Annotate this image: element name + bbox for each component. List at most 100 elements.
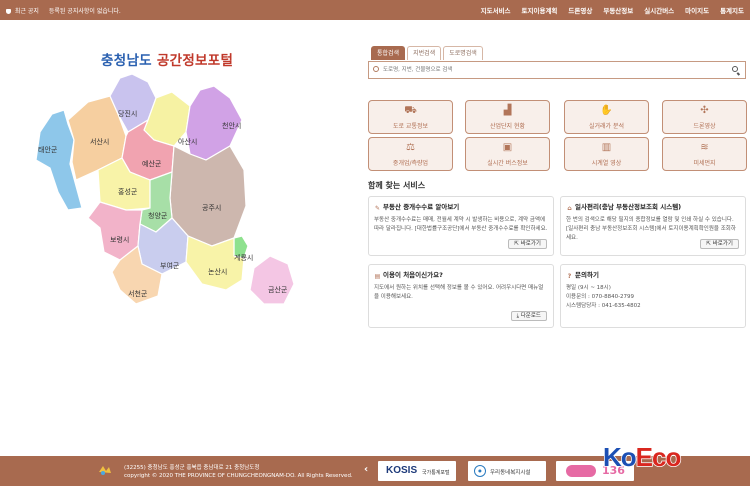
label-asan: 아산시 <box>178 137 197 146</box>
quick-broker-button[interactable]: ⚖ 중개업/측량업 <box>368 137 453 171</box>
quick-timeseries-button[interactable]: ▥ 시계열 영상 <box>564 137 649 171</box>
search-input[interactable] <box>383 64 723 76</box>
footer-copyright: copyright © 2020 THE PROVINCE OF CHUNGCH… <box>124 473 353 479</box>
tab-integrated-search[interactable]: 통합검색 <box>371 46 406 60</box>
notice: 최근 공지 등록된 공지사항이 없습니다. <box>6 6 121 15</box>
card-title: ▤ 이용이 처음이신가요? <box>374 269 548 280</box>
partner-prev-button[interactable]: ‹ <box>364 464 368 475</box>
province-map-svg: 태안군 서산시 당진시 아산시 천안시 예산군 홍성군 공주시 청양군 보령시 … <box>35 73 295 305</box>
label-taean: 태안군 <box>38 145 58 154</box>
location-pin-icon <box>373 66 379 72</box>
region-geumsan[interactable] <box>249 255 295 305</box>
label-yesan: 예산군 <box>142 159 162 168</box>
card-title: ✎ 부동산 중개수수료 알아보기 <box>374 201 548 212</box>
welfare-label: 우리동네복지시설 <box>490 470 531 476</box>
top-bar: 최근 공지 등록된 공지사항이 없습니다. 지도서비스 토지이용계획 드론영상 … <box>0 0 750 20</box>
book-icon: ▤ <box>374 273 381 280</box>
go-button-label: 바로가기 <box>520 241 541 247</box>
drone-icon: ✣ <box>700 105 709 116</box>
card-brokerage-fee: ✎ 부동산 중개수수료 알아보기 부동산 중개수수료는 매매, 전월세 계약 시 … <box>368 196 554 256</box>
quick-bus-button[interactable]: ▣ 실시간 버스정보 <box>465 137 550 171</box>
services-title: 함께 찾는 서비스 <box>368 181 426 190</box>
card-body: 부동산 중개수수료는 매매, 전월세 계약 시 발생하는 비용으로, 계약 금액… <box>374 217 548 232</box>
label-dangjin: 당진시 <box>118 109 137 118</box>
quick-traffic-button[interactable]: ⛟ 도로 교통정보 <box>368 100 453 134</box>
province-logo-icon <box>99 466 111 475</box>
quick-dust-label: 미세먼지 <box>693 160 716 167</box>
nav-real-estate[interactable]: 부동산정보 <box>603 5 633 15</box>
bus-icon: ▣ <box>502 142 513 153</box>
go-button[interactable]: ⇱ 바로가기 <box>508 239 547 249</box>
quick-industrial-label: 산업단지 현황 <box>489 123 526 130</box>
watermark-eco: Eco <box>635 441 682 473</box>
nav-my-map[interactable]: 마이지도 <box>685 5 709 15</box>
tab-road-search[interactable]: 도로명검색 <box>443 46 483 60</box>
nav-stats-map[interactable]: 통계지도 <box>720 5 744 15</box>
quick-traffic-label: 도로 교통정보 <box>392 123 429 130</box>
notice-text[interactable]: 등록된 공지사항이 없습니다. <box>49 8 121 15</box>
quick-transaction-button[interactable]: ✋ 실거래가 분석 <box>564 100 649 134</box>
footer-info: (32255) 충청남도 홍성군 홍북읍 충남대로 21 충청남도청 copyr… <box>124 464 353 480</box>
factory-icon: ▟ <box>503 105 512 116</box>
nav-bus[interactable]: 실시간버스 <box>644 5 674 15</box>
welfare-logo-icon: ● <box>474 465 486 477</box>
top-nav: 지도서비스 토지이용계획 드론영상 부동산정보 실시간버스 마이지도 통계지도 <box>481 5 744 15</box>
search-bar <box>368 61 746 79</box>
label-gyeryong: 계룡시 <box>234 253 253 262</box>
quick-bus-label: 실시간 버스정보 <box>487 160 528 167</box>
koeco-watermark: KoEco <box>602 441 682 473</box>
partner-kosis[interactable]: KOSIS 국가통계포털 <box>378 461 456 481</box>
card-title-text: 일사편리(충남 부동산정보조회 시스템) <box>575 203 682 211</box>
card-title-text: 이용이 처음이신가요? <box>383 271 443 279</box>
car-icon: ⛟ <box>404 105 417 116</box>
contact-admin: 시스템담당자 : 041-635-4802 <box>566 303 641 309</box>
quick-broker-label: 중개업/측량업 <box>392 160 429 167</box>
province-map: 태안군 서산시 당진시 아산시 천안시 예산군 홍성군 공주시 청양군 보령시 … <box>30 68 320 318</box>
title-accent: 공간정보포털 <box>156 53 234 69</box>
quick-industrial-button[interactable]: ▟ 산업단지 현황 <box>465 100 550 134</box>
footer-address: (32255) 충청남도 홍성군 홍북읍 충남대로 21 충청남도청 <box>124 465 260 471</box>
pen-icon: ✎ <box>374 205 381 212</box>
map-icon: ▥ <box>601 142 612 153</box>
nav-drone[interactable]: 드론영상 <box>568 5 592 15</box>
contact-hours: 평일 (9시 ~ 18시) <box>566 285 611 291</box>
home-icon: ⌂ <box>567 205 572 212</box>
bell-icon <box>6 9 11 14</box>
go-button-label: 바로가기 <box>712 241 733 247</box>
label-cheonan: 천안시 <box>222 121 241 130</box>
card-first-time: ▤ 이용이 처음이신가요? 지도에서 원하는 위치를 선택해 정보를 볼 수 있어… <box>368 264 554 328</box>
card-title: ⌂ 일사편리(충남 부동산정보조회 시스템) <box>566 201 740 212</box>
label-geumsan: 금산군 <box>268 285 288 294</box>
card-title-text: 부동산 중개수수료 알아보기 <box>383 203 460 211</box>
pink-logo-icon <box>566 465 596 477</box>
watermark-ko: Ko <box>602 441 637 473</box>
label-seocheon: 서천군 <box>128 289 148 298</box>
quick-transaction-label: 실거래가 분석 <box>588 123 625 130</box>
kosis-logo: KOSIS <box>386 465 418 476</box>
scale-icon: ⚖ <box>406 142 415 153</box>
quick-dust-button[interactable]: ≋ 미세먼지 <box>662 137 747 171</box>
card-title-text: 문의하기 <box>575 271 599 279</box>
card-body: 지도에서 원하는 위치를 선택해 정보를 볼 수 있어요. 어려우시다면 매뉴얼… <box>374 285 544 300</box>
label-nonsan: 논산시 <box>208 267 227 276</box>
label-gongju: 공주시 <box>202 204 221 212</box>
quick-drone-button[interactable]: ✣ 드론영상 <box>662 100 747 134</box>
search-icon[interactable] <box>732 66 738 72</box>
question-icon: ? <box>567 273 572 280</box>
quick-timeseries-label: 시계열 영상 <box>591 160 622 167</box>
contact-phone: 이용문의 : 070-8840-2799 <box>566 294 635 300</box>
label-cheongyang: 청양군 <box>148 212 168 220</box>
label-buyeo: 부여군 <box>160 261 180 270</box>
tab-lot-search[interactable]: 지번검색 <box>407 46 442 60</box>
nav-land-use[interactable]: 토지이용계획 <box>522 5 558 15</box>
card-body: 평일 (9시 ~ 18시) 이용문의 : 070-8840-2799 시스템담당… <box>566 284 740 311</box>
go-button[interactable]: ⇱ 바로가기 <box>700 239 739 249</box>
handshake-icon: ✋ <box>600 105 613 116</box>
partner-welfare[interactable]: ● 우리동네복지시설 <box>468 461 546 481</box>
page-title: 충청남도 공간정보포털 <box>101 49 233 69</box>
download-button[interactable]: ⤓ 다운로드 <box>510 311 547 321</box>
search-tabs: 통합검색 지번검색 도로명검색 <box>371 46 483 60</box>
nav-map-service[interactable]: 지도서비스 <box>481 5 511 15</box>
card-contact: ? 문의하기 평일 (9시 ~ 18시) 이용문의 : 070-8840-2799… <box>560 264 746 328</box>
label-hongseong: 홍성군 <box>118 187 138 196</box>
